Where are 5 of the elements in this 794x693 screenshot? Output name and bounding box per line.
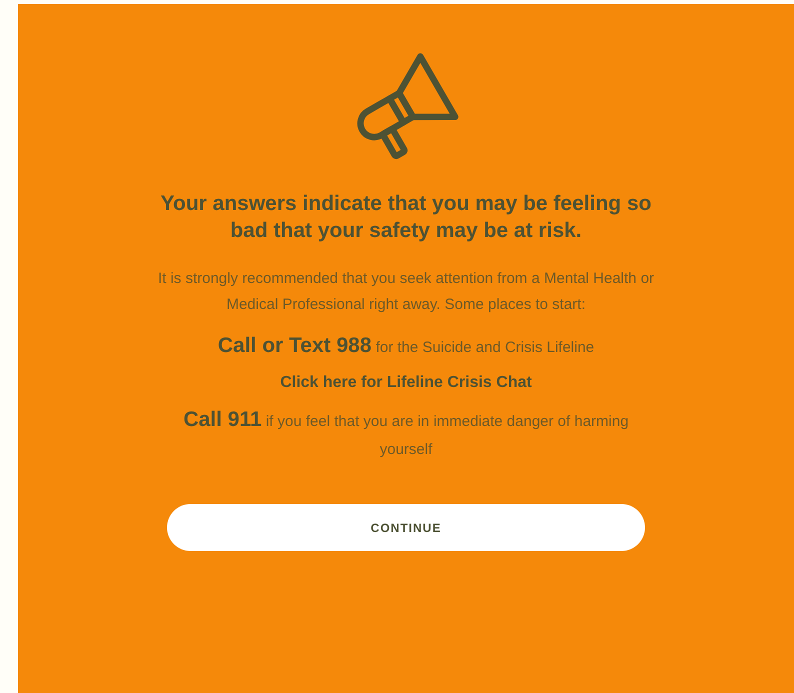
recommendation-text: It is strongly recommended that you seek attention from a Mental Health or Medical Professional right away. Some places to start: (156, 269, 656, 315)
resource-text: Call 911 if you feel that you are in immediate danger of harming yourself (182, 407, 630, 460)
resource-text: Call or Text 988 for the Suicide and Crisis Lifeline (216, 333, 596, 359)
warning-heading: Your answers indicate that you may be feeling so bad that your safety may be at risk. (160, 191, 652, 244)
continue-button[interactable]: CONTINUE (167, 504, 645, 551)
